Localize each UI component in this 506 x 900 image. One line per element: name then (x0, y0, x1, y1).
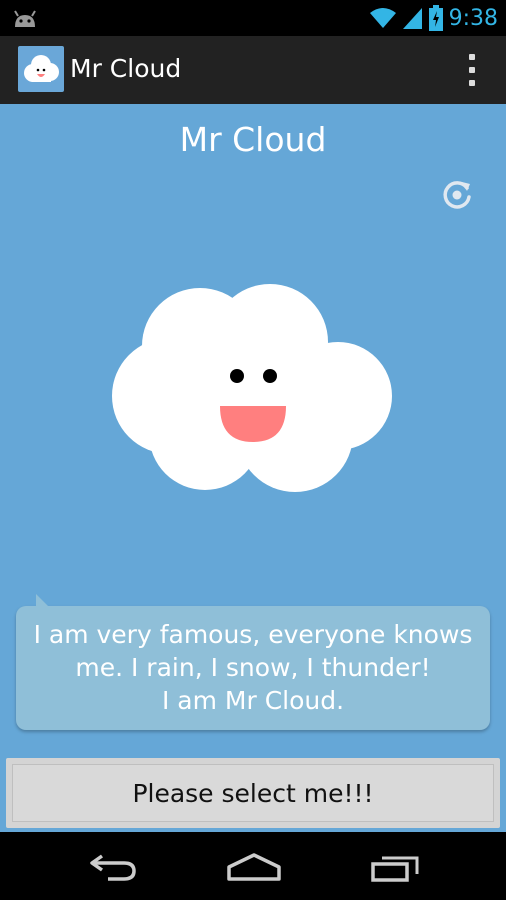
right-eye (263, 369, 277, 383)
main-content: Mr Cloud I am very famous, everyone know… (0, 104, 506, 832)
back-icon[interactable] (88, 852, 138, 882)
battery-icon (428, 5, 443, 31)
page-title: Mr Cloud (179, 120, 327, 159)
speech-bubble: I am very famous, everyone knows me. I r… (16, 594, 490, 730)
action-bar-title: Mr Cloud (70, 54, 182, 83)
select-button-container: Please select me!!! (6, 758, 500, 828)
signal-icon (402, 8, 422, 29)
speech-line: me. I rain, I snow, I thunder! (75, 653, 431, 682)
speech-line: I am Mr Cloud. (161, 686, 345, 715)
home-icon[interactable] (226, 852, 282, 882)
action-bar: Mr Cloud (0, 36, 506, 104)
recent-apps-icon[interactable] (370, 852, 422, 882)
android-icon (14, 10, 36, 27)
speech-bubble-text: I am very famous, everyone knows me. I r… (16, 618, 490, 717)
navigation-bar (0, 832, 506, 900)
speech-line: I am very famous, everyone knows (33, 620, 473, 649)
mr-cloud-character (112, 284, 392, 492)
refresh-icon[interactable] (440, 178, 474, 212)
wifi-icon (369, 8, 396, 28)
app-logo-icon[interactable] (18, 46, 64, 92)
status-time: 9:38 (448, 5, 498, 31)
speech-bubble-tail (36, 594, 50, 608)
left-eye (230, 369, 244, 383)
status-bar: 9:38 (0, 0, 506, 36)
select-me-button[interactable]: Please select me!!! (12, 764, 494, 822)
overflow-menu-icon[interactable] (466, 54, 478, 86)
